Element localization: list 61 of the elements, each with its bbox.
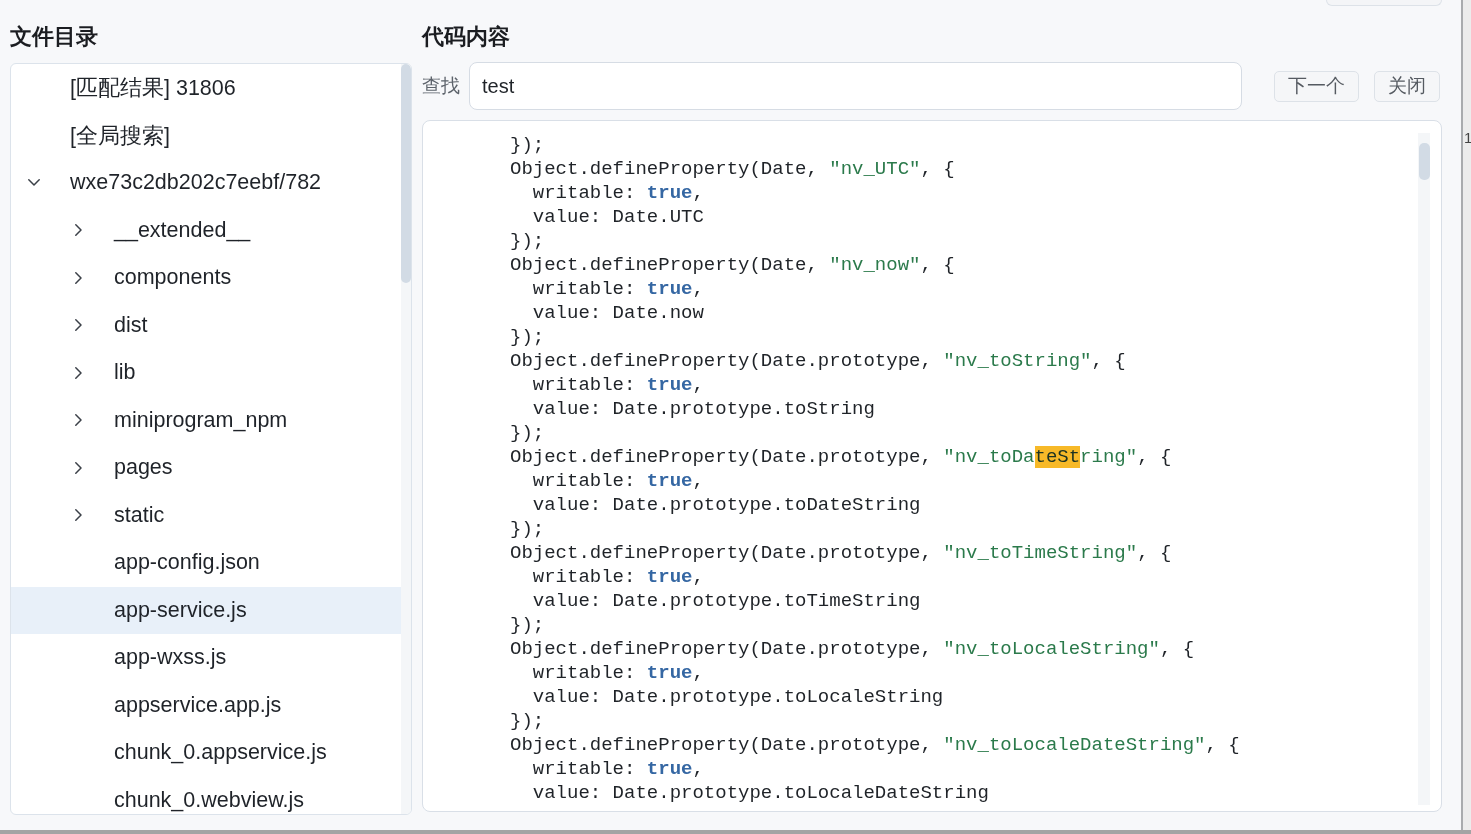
code-line: }); bbox=[510, 709, 546, 733]
code-line: }); bbox=[510, 325, 546, 349]
chevron-right-icon[interactable] bbox=[74, 414, 82, 427]
code-line: Object.defineProperty(Date.prototype, "nv_toLocaleString", { bbox=[510, 637, 1196, 661]
code-line: Object.defineProperty(Date.prototype, "nv_toString", { bbox=[510, 349, 1127, 373]
tree-item[interactable]: [全局搜索] bbox=[11, 111, 401, 159]
code-line: Object.defineProperty(Date.prototype, "nv_toDateSt ring", { bbox=[510, 445, 1173, 469]
code-line: writable: true, bbox=[531, 469, 705, 493]
tree-item[interactable]: pages bbox=[11, 444, 401, 492]
code-line: value: Date.prototype.toLocaleDateString bbox=[531, 781, 990, 805]
background-text: 1 bbox=[1464, 128, 1471, 148]
scrollbar-thumb[interactable] bbox=[1418, 143, 1430, 180]
chevron-right-icon[interactable] bbox=[74, 224, 82, 237]
tree-item[interactable]: miniprogram_npm bbox=[11, 396, 401, 444]
tree-item[interactable]: static bbox=[11, 491, 401, 539]
code-line: writable: true, bbox=[531, 661, 705, 685]
tree-item[interactable]: appservice.app.js bbox=[11, 681, 401, 729]
chevron-right-icon[interactable] bbox=[74, 366, 82, 379]
code-line: }); bbox=[510, 517, 546, 541]
tree-item[interactable]: chunk_0.webview.js bbox=[11, 776, 401, 814]
tree-item[interactable]: app-service.js bbox=[11, 586, 401, 634]
search-label: 查找 bbox=[422, 74, 460, 98]
close-button[interactable]: 关闭 bbox=[1374, 70, 1440, 102]
code-line: writable: true, bbox=[531, 181, 705, 205]
code-line: value: Date.now bbox=[531, 301, 705, 325]
scrollbar-thumb[interactable] bbox=[401, 64, 411, 283]
tree-item[interactable]: [匹配结果] 31806 bbox=[11, 64, 401, 112]
search-field[interactable]: test bbox=[469, 62, 1242, 110]
code-line: Object.defineProperty(Date.prototype, "nv_toTimeString", { bbox=[510, 541, 1173, 565]
tree-item[interactable]: dist bbox=[11, 301, 401, 349]
code-line: writable: true, bbox=[531, 757, 705, 781]
code-line: }); bbox=[510, 613, 546, 637]
code-line: value: Date.prototype.toString bbox=[531, 397, 876, 421]
code-line: }); bbox=[510, 133, 546, 157]
code-line: writable: true, bbox=[531, 373, 705, 397]
code-line: writable: true, bbox=[531, 565, 705, 589]
chevron-right-icon[interactable] bbox=[74, 271, 82, 284]
tree-item[interactable]: wxe73c2db202c7eebf/782 bbox=[11, 159, 401, 207]
tree-item[interactable]: app-wxss.js bbox=[11, 634, 401, 682]
chevron-down-icon[interactable] bbox=[28, 179, 40, 187]
code-line: }); bbox=[510, 229, 546, 253]
tree-item[interactable]: lib bbox=[11, 349, 401, 397]
code-line: Object.defineProperty(Date.prototype, "nv_toLocaleDateString", { bbox=[510, 733, 1241, 757]
tree-item[interactable]: chunk_0.appservice.js bbox=[11, 729, 401, 777]
chevron-right-icon[interactable] bbox=[74, 509, 82, 522]
code-line: Object.defineProperty(Date, "nv_UTC", { bbox=[510, 157, 956, 181]
code-line: value: Date.prototype.toLocaleString bbox=[531, 685, 945, 709]
next-button[interactable]: 下一个 bbox=[1274, 70, 1359, 102]
code-line: Object.defineProperty(Date, "nv_now", { bbox=[510, 253, 956, 277]
tree-item[interactable]: app-config.json bbox=[11, 539, 401, 587]
section-title: 文件目录 bbox=[10, 23, 98, 51]
tree-item[interactable]: components bbox=[11, 254, 401, 302]
code-line: value: Date.prototype.toTimeString bbox=[531, 589, 922, 613]
code-line: value: Date.prototype.toDateString bbox=[531, 493, 922, 517]
code-line: }); bbox=[510, 421, 546, 445]
section-title: 代码内容 bbox=[422, 23, 510, 51]
tree-item[interactable]: __extended__ bbox=[11, 206, 401, 254]
chevron-right-icon[interactable] bbox=[74, 319, 82, 332]
code-line: value: Date.UTC bbox=[531, 205, 705, 229]
code-line: writable: true, bbox=[531, 277, 705, 301]
chevron-right-icon[interactable] bbox=[74, 461, 82, 474]
